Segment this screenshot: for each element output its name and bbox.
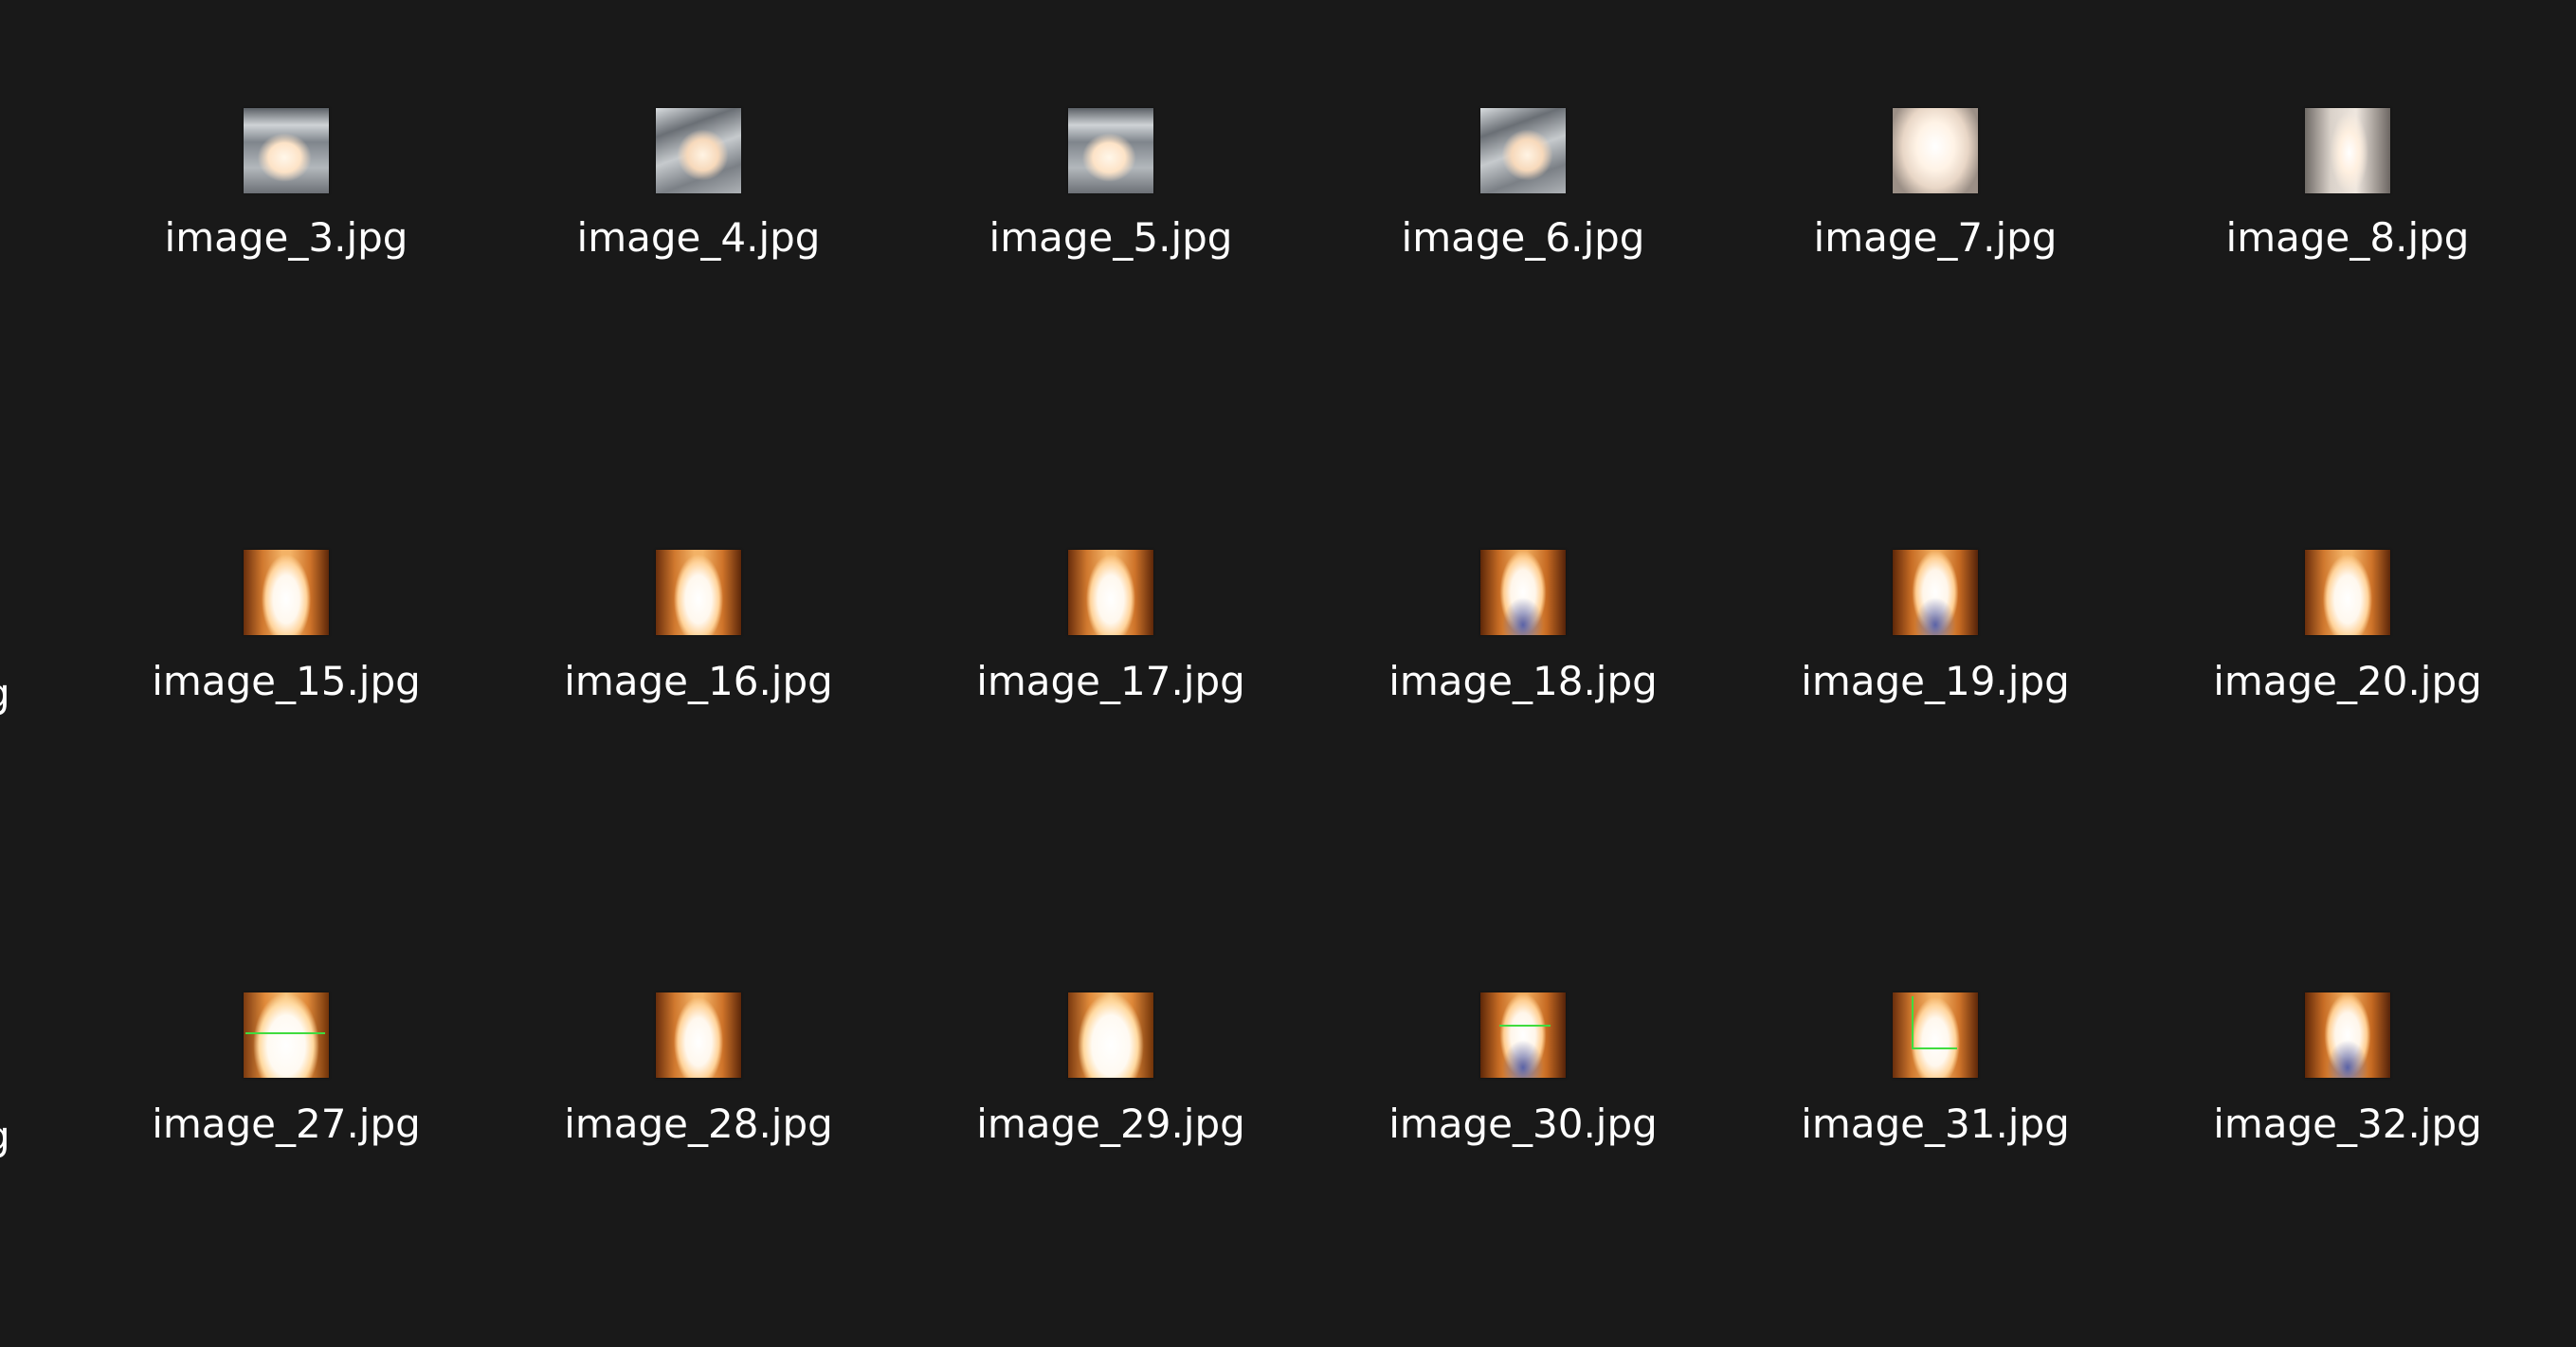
file-name: image_32.jpg bbox=[2213, 1101, 2482, 1147]
file-name: image_27.jpg bbox=[152, 1101, 421, 1147]
file-item[interactable]: image_4.jpg bbox=[509, 104, 888, 351]
image-thumbnail bbox=[1480, 992, 1566, 1078]
file-name: image_8.jpg bbox=[2225, 214, 2470, 261]
image-thumbnail bbox=[1480, 108, 1566, 193]
file-item[interactable]: image_31.jpg bbox=[1746, 992, 2125, 1239]
green-marker-line bbox=[1912, 996, 1914, 1049]
file-item[interactable]: image_15.jpg bbox=[97, 550, 476, 796]
green-marker-line bbox=[1912, 1047, 1957, 1049]
file-item[interactable]: image_5.jpg bbox=[921, 104, 1300, 351]
file-item[interactable]: image_6.jpg bbox=[1333, 104, 1713, 351]
image-thumbnail bbox=[2305, 550, 2390, 635]
green-marker-line bbox=[1499, 1025, 1551, 1027]
file-name: image_5.jpg bbox=[989, 214, 1233, 261]
partial-file-label[interactable]: g bbox=[0, 673, 9, 715]
file-item[interactable]: image_7.jpg bbox=[1746, 104, 2125, 351]
file-item[interactable]: image_32.jpg bbox=[2158, 992, 2537, 1239]
file-item[interactable]: image_30.jpg bbox=[1333, 992, 1713, 1239]
file-name: image_16.jpg bbox=[564, 658, 833, 704]
partial-file-label[interactable]: g bbox=[0, 1116, 9, 1157]
image-thumbnail bbox=[244, 108, 329, 193]
image-thumbnail bbox=[244, 550, 329, 635]
file-item[interactable]: image_3.jpg bbox=[97, 104, 476, 351]
file-item[interactable]: image_29.jpg bbox=[921, 992, 1300, 1239]
image-thumbnail bbox=[2305, 108, 2390, 193]
file-name: image_17.jpg bbox=[976, 658, 1245, 704]
image-thumbnail bbox=[244, 992, 329, 1078]
image-thumbnail bbox=[1893, 550, 1978, 635]
file-name: image_28.jpg bbox=[564, 1101, 833, 1147]
file-name: image_29.jpg bbox=[976, 1101, 1245, 1147]
file-item[interactable]: image_27.jpg bbox=[97, 992, 476, 1239]
file-name: image_30.jpg bbox=[1388, 1101, 1658, 1147]
image-thumbnail bbox=[656, 550, 741, 635]
file-item[interactable]: image_8.jpg bbox=[2158, 104, 2537, 351]
image-thumbnail bbox=[1480, 550, 1566, 635]
image-thumbnail bbox=[656, 992, 741, 1078]
file-item[interactable]: image_19.jpg bbox=[1746, 550, 2125, 796]
file-name: image_6.jpg bbox=[1401, 214, 1645, 261]
file-item[interactable]: image_18.jpg bbox=[1333, 550, 1713, 796]
image-thumbnail bbox=[656, 108, 741, 193]
file-name: image_18.jpg bbox=[1388, 658, 1658, 704]
file-name: image_7.jpg bbox=[1813, 214, 2058, 261]
file-name: image_31.jpg bbox=[1801, 1101, 2070, 1147]
image-thumbnail bbox=[1068, 108, 1153, 193]
image-thumbnail bbox=[1893, 108, 1978, 193]
file-name: image_20.jpg bbox=[2213, 658, 2482, 704]
image-thumbnail bbox=[1068, 992, 1153, 1078]
file-item[interactable]: image_20.jpg bbox=[2158, 550, 2537, 796]
image-thumbnail bbox=[2305, 992, 2390, 1078]
file-item[interactable]: image_28.jpg bbox=[509, 992, 888, 1239]
green-marker-line bbox=[245, 1032, 325, 1034]
file-item[interactable]: image_17.jpg bbox=[921, 550, 1300, 796]
file-name: image_3.jpg bbox=[164, 214, 408, 261]
file-item[interactable]: image_16.jpg bbox=[509, 550, 888, 796]
file-name: image_15.jpg bbox=[152, 658, 421, 704]
file-name: image_19.jpg bbox=[1801, 658, 2070, 704]
file-name: image_4.jpg bbox=[576, 214, 821, 261]
file-explorer-view: g g image_3.jpg image_4.jpg image_5.jpg … bbox=[0, 0, 2576, 1347]
image-thumbnail bbox=[1068, 550, 1153, 635]
image-thumbnail bbox=[1893, 992, 1978, 1078]
